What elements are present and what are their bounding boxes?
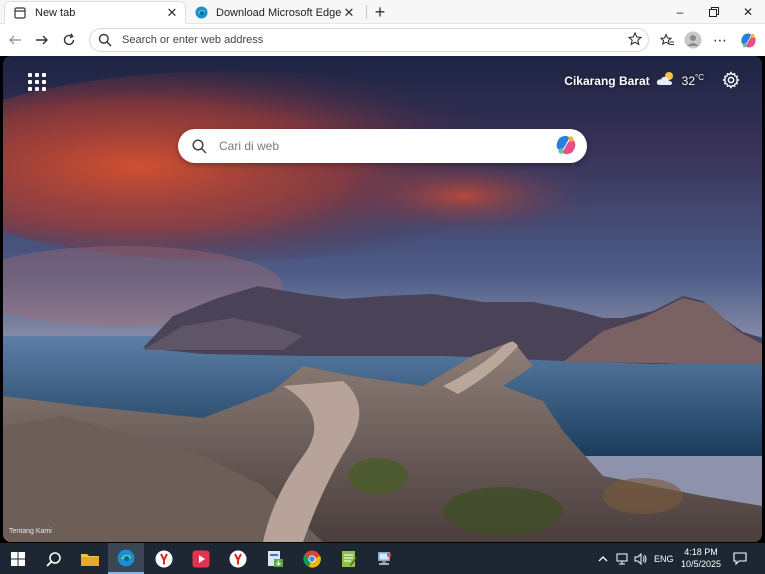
address-input[interactable] — [122, 34, 628, 46]
yandex-browser-button[interactable] — [146, 543, 182, 574]
refresh-icon — [63, 33, 75, 46]
gear-icon — [722, 71, 740, 89]
tab-download-edge[interactable]: Download Microsoft Edge: Windo ✕ — [186, 1, 362, 24]
network-tool-button[interactable] — [366, 543, 402, 574]
browser-toolbar: ⋯ — [0, 24, 765, 56]
new-tab-page-icon — [13, 6, 27, 20]
forward-arrow-icon — [36, 35, 48, 45]
tab-separator — [366, 5, 367, 19]
yandex-icon — [229, 550, 247, 567]
network-status-button[interactable] — [616, 543, 630, 574]
clock-time: 4:18 PM — [684, 547, 718, 557]
copilot-icon[interactable] — [555, 134, 577, 159]
video-player-button[interactable] — [183, 543, 219, 574]
edge-icon — [117, 549, 135, 566]
clock-date: 10/5/2025 — [680, 559, 722, 569]
back-button[interactable] — [3, 28, 27, 52]
weather-temperature: 32°C — [681, 73, 704, 88]
more-options-button[interactable]: ⋯ — [708, 28, 732, 52]
page-settings-button[interactable] — [722, 71, 740, 89]
close-tab-icon[interactable]: ✕ — [342, 5, 356, 20]
close-tab-icon[interactable]: ✕ — [165, 6, 179, 20]
new-tab-button[interactable]: + — [370, 2, 390, 22]
favorite-star-icon[interactable] — [627, 31, 643, 49]
file-explorer-button[interactable] — [72, 543, 108, 574]
profile-button[interactable] — [681, 28, 705, 52]
network-icon — [378, 551, 391, 565]
web-search-input[interactable] — [219, 139, 555, 153]
close-window-button[interactable]: ✕ — [731, 0, 765, 24]
action-center-button[interactable] — [733, 543, 747, 574]
chrome-icon — [303, 550, 321, 568]
minimize-button[interactable]: – — [663, 0, 697, 24]
notepad-button[interactable] — [331, 543, 367, 574]
edge-icon — [194, 6, 208, 20]
copilot-icon — [740, 32, 756, 48]
about-us-link[interactable]: Tentang Kami — [9, 528, 52, 535]
weather-widget[interactable]: Cikarang Barat 32°C — [564, 71, 704, 90]
volume-button[interactable] — [634, 543, 648, 574]
partly-cloudy-icon — [656, 71, 676, 90]
address-bar[interactable] — [89, 28, 649, 52]
favorites-icon — [659, 32, 674, 45]
installer-icon — [268, 550, 283, 567]
ethernet-icon — [616, 553, 628, 564]
tab-strip: New tab ✕ Download Microsoft Edge: Windo… — [0, 0, 765, 24]
web-search-box[interactable] — [178, 129, 587, 163]
forward-button[interactable] — [30, 28, 54, 52]
yandex-icon — [155, 550, 173, 567]
tab-new-tab[interactable]: New tab ✕ — [4, 1, 186, 24]
taskbar-search-button[interactable] — [36, 543, 72, 574]
avatar-icon — [684, 31, 702, 49]
show-hidden-icons-button[interactable] — [598, 543, 608, 574]
copilot-button[interactable] — [736, 28, 760, 52]
restore-button[interactable] — [697, 0, 731, 24]
input-language-indicator[interactable]: ENG — [654, 543, 674, 574]
chevron-up-icon — [598, 555, 608, 561]
tab-title: New tab — [35, 7, 76, 19]
search-icon — [192, 138, 207, 154]
start-button[interactable] — [0, 543, 36, 574]
windows-taskbar: ENG 4:18 PM 10/5/2025 — [0, 543, 765, 574]
new-tab-page: Cikarang Barat 32°C Tentang Kami — [3, 56, 762, 542]
search-icon — [46, 551, 61, 567]
refresh-button[interactable] — [57, 28, 81, 52]
back-arrow-icon — [9, 35, 21, 45]
windows-logo-icon — [11, 551, 25, 566]
speaker-icon — [634, 552, 647, 565]
search-icon — [98, 33, 112, 47]
notification-icon — [733, 552, 747, 565]
installer-button[interactable] — [257, 543, 293, 574]
edge-taskbar-button[interactable] — [108, 543, 144, 574]
favorites-button[interactable] — [655, 28, 679, 52]
notepad-icon — [342, 550, 357, 567]
tab-title: Download Microsoft Edge: Windo — [216, 6, 342, 19]
weather-location: Cikarang Barat — [564, 73, 650, 88]
taskbar-clock[interactable]: 4:18 PM 10/5/2025 — [677, 546, 725, 570]
folder-icon — [81, 553, 99, 566]
chrome-button[interactable] — [294, 543, 330, 574]
apps-launcher-icon[interactable] — [25, 70, 46, 91]
yandex-browser-button-2[interactable] — [220, 543, 256, 574]
play-icon — [192, 550, 210, 567]
